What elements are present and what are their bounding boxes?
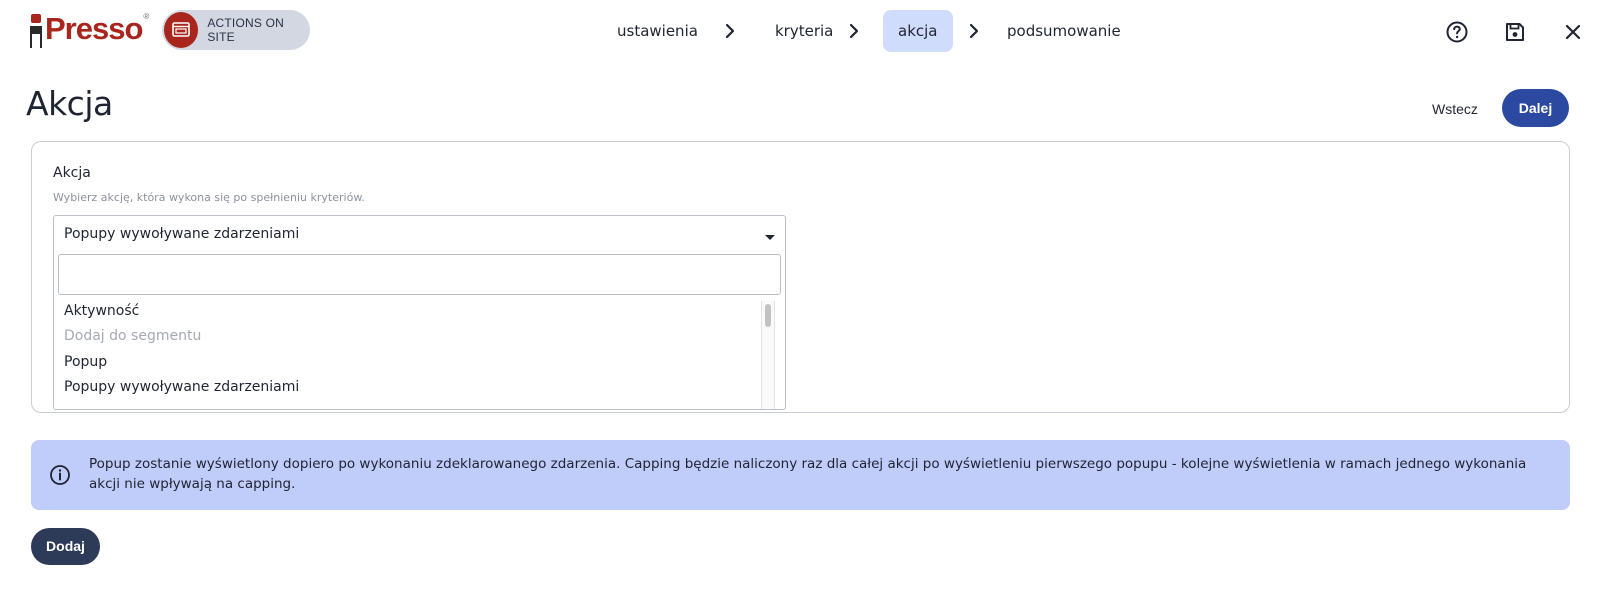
- action-options-list: Aktywność Dodaj do segmentu Popup Popupy…: [54, 298, 785, 409]
- add-button[interactable]: Dodaj: [31, 528, 100, 565]
- action-select-value: Popupy wywoływane zdarzeniami: [64, 226, 300, 242]
- step-akcja[interactable]: akcja: [883, 10, 953, 52]
- step-podsumowanie[interactable]: podsumowanie: [992, 10, 1136, 52]
- caret-down-icon[interactable]: [765, 235, 775, 240]
- wizard-steps: ustawienia kryteria akcja podsumowanie: [0, 10, 1600, 52]
- help-circle-icon[interactable]: [1445, 20, 1469, 44]
- option-dodaj-do-segmentu: Dodaj do segmentu: [64, 328, 202, 344]
- top-bar: Presso ® ACTIONS ON SITE ustawienia kryt…: [0, 0, 1600, 62]
- option-aktywnosc[interactable]: Aktywność: [64, 298, 139, 324]
- option-popupy-wywolywane-zdarzeniami[interactable]: Popupy wywoływane zdarzeniami: [64, 374, 299, 400]
- action-field-label: Akcja: [53, 165, 91, 181]
- action-select[interactable]: Popupy wywoływane zdarzeniami Aktywność …: [53, 215, 786, 410]
- info-icon: [50, 465, 70, 485]
- scrollbar-thumb[interactable]: [765, 304, 771, 327]
- action-card: Akcja Wybierz akcję, która wykona się po…: [31, 141, 1570, 413]
- options-scrollbar[interactable]: [761, 301, 775, 409]
- next-button[interactable]: Dalej: [1502, 89, 1569, 127]
- info-banner: Popup zostanie wyświetlony dopiero po wy…: [31, 440, 1570, 510]
- close-icon[interactable]: [1561, 20, 1585, 44]
- action-field-help: Wybierz akcję, która wykona się po spełn…: [53, 191, 365, 204]
- chevron-right-icon: [969, 23, 979, 39]
- option-popup[interactable]: Popup: [64, 349, 107, 375]
- chevron-right-icon: [849, 23, 859, 39]
- info-text: Popup zostanie wyświetlony dopiero po wy…: [89, 456, 1527, 492]
- page-title: Akcja: [26, 84, 113, 123]
- back-button[interactable]: Wstecz: [1432, 92, 1478, 126]
- step-kryteria[interactable]: kryteria: [760, 10, 848, 52]
- step-ustawienia[interactable]: ustawienia: [602, 10, 713, 52]
- save-icon[interactable]: [1503, 20, 1527, 44]
- action-search-input[interactable]: [58, 254, 781, 295]
- chevron-right-icon: [725, 23, 735, 39]
